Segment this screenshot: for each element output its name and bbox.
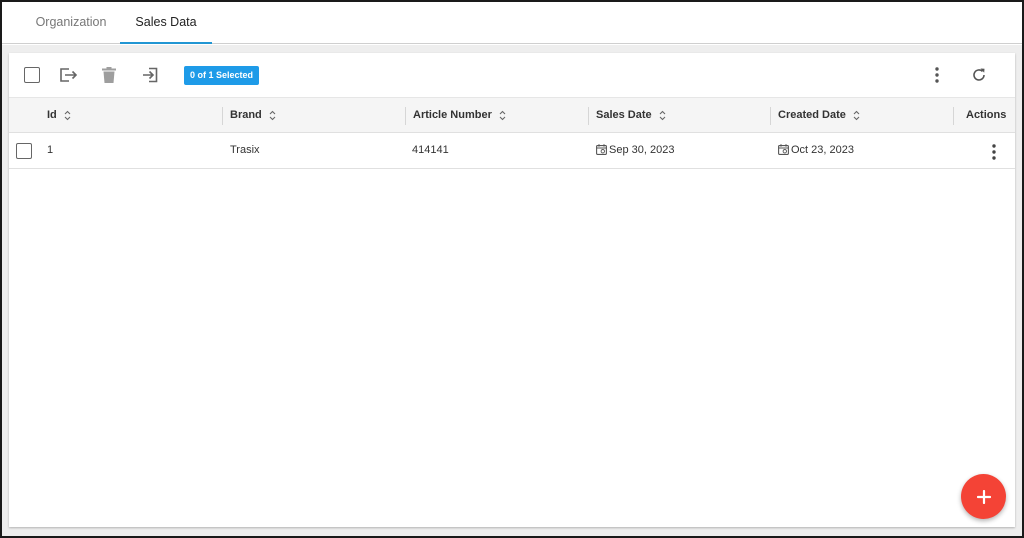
checkbox-box xyxy=(24,67,40,83)
cell-brand: Trasix xyxy=(230,144,260,156)
column-separator[interactable] xyxy=(953,107,954,125)
active-tab-indicator xyxy=(120,42,212,44)
column-header-created-date[interactable]: Created Date xyxy=(778,98,860,133)
column-separator[interactable] xyxy=(770,107,771,125)
tab-organization[interactable]: Organization xyxy=(32,2,110,44)
data-grid-card: 0 of 1 Selected Id Brand Article Number … xyxy=(9,53,1015,527)
more-vert-icon xyxy=(992,144,996,160)
column-header-article-number[interactable]: Article Number xyxy=(413,98,506,133)
sort-icon xyxy=(64,110,71,120)
tab-sales-data[interactable]: Sales Data xyxy=(120,2,212,44)
column-header-label: Created Date xyxy=(778,109,846,121)
column-separator[interactable] xyxy=(405,107,406,125)
cell-article-number: 414141 xyxy=(412,144,449,156)
select-all-checkbox[interactable] xyxy=(23,66,41,84)
column-header-label: Id xyxy=(47,109,57,121)
calendar-icon xyxy=(778,143,789,155)
checkbox-box xyxy=(16,143,32,159)
column-header-id[interactable]: Id xyxy=(47,98,71,133)
tab-bar: Organization Sales Data xyxy=(2,2,1022,44)
column-separator[interactable] xyxy=(222,107,223,125)
sort-icon xyxy=(853,110,860,120)
refresh-button[interactable] xyxy=(969,65,989,85)
column-header-label: Article Number xyxy=(413,109,492,121)
sort-icon xyxy=(269,110,276,120)
selection-count-badge: 0 of 1 Selected xyxy=(184,66,260,85)
column-header-actions: Actions xyxy=(966,98,1006,133)
column-header-label: Actions xyxy=(966,109,1007,121)
column-header-brand[interactable]: Brand xyxy=(230,98,276,133)
plus-icon xyxy=(976,489,991,504)
more-vert-icon xyxy=(935,67,939,83)
column-header-label: Sales Date xyxy=(596,109,652,121)
column-header-label: Brand xyxy=(230,109,262,121)
grid-toolbar: 0 of 1 Selected xyxy=(9,53,1015,97)
export-icon xyxy=(60,68,78,82)
import-icon xyxy=(143,67,158,83)
sales-date-text: Sep 30, 2023 xyxy=(609,144,675,156)
delete-button[interactable] xyxy=(100,65,118,85)
row-actions-button[interactable] xyxy=(984,142,1004,162)
column-separator[interactable] xyxy=(588,107,589,125)
cell-created-date: Oct 23, 2023 xyxy=(778,133,854,168)
table-row[interactable]: 1 Trasix 414141 Sep 30, 2023 Oct 23, 202… xyxy=(9,133,1015,169)
export-button[interactable] xyxy=(57,65,79,85)
column-header-sales-date[interactable]: Sales Date xyxy=(596,98,666,133)
toolbar-more-button[interactable] xyxy=(927,65,947,85)
calendar-icon xyxy=(596,143,607,155)
add-record-button[interactable] xyxy=(961,474,1006,519)
sort-icon xyxy=(659,110,666,120)
cell-sales-date: Sep 30, 2023 xyxy=(596,133,674,168)
cell-id: 1 xyxy=(47,144,54,156)
row-select-checkbox[interactable] xyxy=(15,142,33,160)
delete-icon xyxy=(102,67,116,83)
sort-icon xyxy=(499,110,506,120)
created-date-text: Oct 23, 2023 xyxy=(791,144,854,156)
refresh-icon xyxy=(973,68,985,81)
import-button[interactable] xyxy=(140,65,160,85)
table-header: Id Brand Article Number Sales Date Creat… xyxy=(9,97,1015,133)
